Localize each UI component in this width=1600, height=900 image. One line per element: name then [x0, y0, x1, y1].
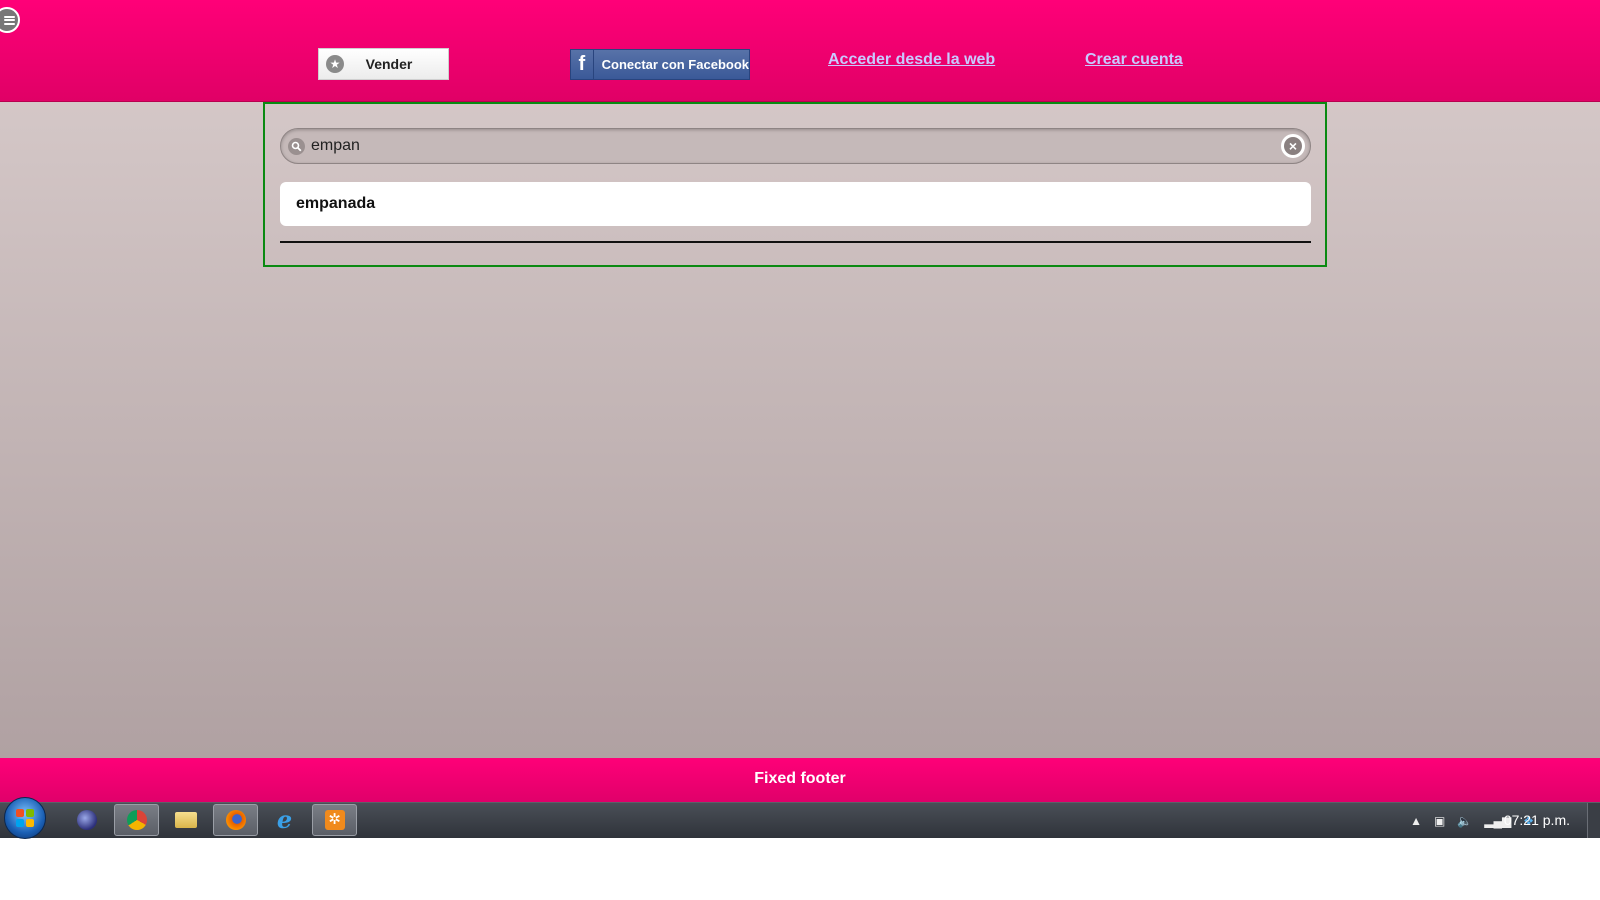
taskbar: e ✲ ▲ ▣ 🔈 ▂▄▆ ❖ 07:21 p.m. — [0, 797, 1600, 839]
network-status-icon[interactable]: ▣ — [1434, 814, 1445, 828]
taskbar-app-explorer[interactable] — [163, 804, 208, 836]
internet-explorer-icon: e — [276, 805, 293, 834]
divider — [280, 241, 1311, 243]
explorer-folder-icon — [174, 812, 197, 828]
taskbar-clock[interactable]: 07:21 p.m. — [1504, 812, 1570, 828]
firefox-icon — [225, 810, 246, 830]
taskbar-app-eclipse[interactable] — [64, 804, 109, 836]
eclipse-icon — [76, 810, 97, 830]
facebook-connect-button[interactable]: f Conectar con Facebook — [570, 49, 750, 80]
taskbar-app-firefox[interactable] — [213, 804, 258, 836]
star-icon: ★ — [326, 55, 344, 73]
taskbar-app-settings[interactable]: ✲ — [312, 804, 357, 836]
menu-button[interactable] — [0, 7, 20, 33]
main-content: × empanada — [0, 102, 1600, 758]
crear-cuenta-link[interactable]: Crear cuenta — [1085, 51, 1183, 69]
taskbar-app-internet-explorer[interactable]: e — [262, 804, 307, 836]
search-icon — [288, 138, 305, 155]
chrome-icon — [126, 810, 147, 830]
volume-icon[interactable]: 🔈 — [1457, 814, 1472, 828]
suggestion-item[interactable]: empanada — [280, 182, 1311, 226]
clear-search-button[interactable]: × — [1281, 134, 1305, 158]
taskbar-app-chrome[interactable] — [114, 804, 159, 836]
fixed-footer: Fixed footer — [0, 758, 1600, 802]
tray-expand-icon[interactable]: ▲ — [1410, 814, 1422, 828]
acceder-web-link[interactable]: Acceder desde la web — [828, 51, 995, 69]
search-input[interactable] — [311, 132, 1251, 160]
search-panel: × empanada — [263, 102, 1327, 267]
menu-icon — [3, 15, 15, 25]
show-desktop-button[interactable] — [1587, 803, 1600, 838]
vender-button-label: Vender — [365, 56, 413, 72]
windows-logo-icon — [16, 809, 34, 827]
header-bar: ★ Vender f Conectar con Facebook Acceder… — [0, 0, 1600, 102]
vender-button[interactable]: ★ Vender — [318, 48, 449, 80]
start-button[interactable] — [4, 797, 46, 839]
screen: ★ Vender f Conectar con Facebook Acceder… — [0, 0, 1600, 839]
facebook-icon: f — [571, 50, 594, 79]
search-box: × — [280, 128, 1311, 164]
facebook-connect-label: Conectar con Facebook — [601, 57, 749, 72]
settings-app-icon: ✲ — [324, 810, 345, 830]
close-icon: × — [1284, 137, 1302, 155]
